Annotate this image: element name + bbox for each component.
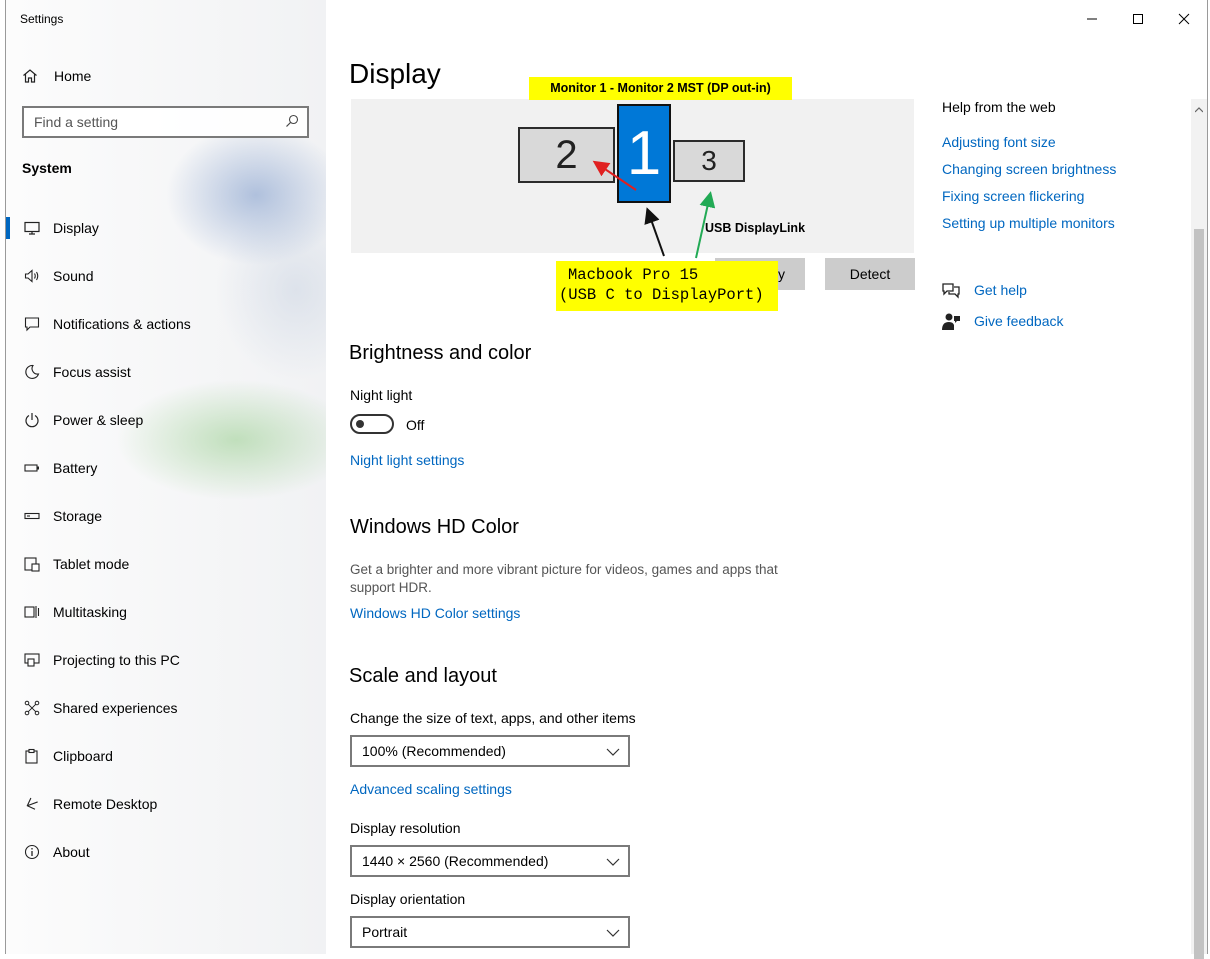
hd-color-description-line2: support HDR. (350, 580, 432, 595)
speaker-icon (23, 267, 41, 285)
scroll-up-icon[interactable] (1194, 101, 1204, 119)
storage-icon (23, 507, 41, 525)
hd-color-heading: Windows HD Color (350, 516, 519, 538)
sidebar-item-label: Power & sleep (53, 412, 144, 428)
sidebar: Settings Home Find a setting System Disp… (6, 0, 326, 954)
sidebar-item-label: Clipboard (53, 748, 113, 764)
projector-icon (23, 651, 41, 669)
toggle-knob (356, 420, 364, 428)
sidebar-item-focus-assist[interactable]: Focus assist (6, 352, 326, 392)
scale-layout-heading: Scale and layout (349, 665, 497, 687)
resolution-label: Display resolution (350, 820, 461, 836)
annotation-arrows (592, 160, 716, 259)
hd-color-description-line1: Get a brighter and more vibrant picture … (350, 562, 778, 577)
black-arrow (644, 207, 665, 257)
scale-select[interactable]: 100% (Recommended) (350, 735, 630, 767)
orientation-value: Portrait (362, 924, 408, 940)
sidebar-item-label: Shared experiences (53, 700, 178, 716)
night-light-toggle[interactable] (350, 414, 394, 434)
resolution-select[interactable]: 1440 × 2560 (Recommended) (350, 845, 630, 877)
sidebar-item-label: Storage (53, 508, 103, 524)
sidebar-item-label: Remote Desktop (53, 796, 158, 812)
feedback-icon (941, 312, 961, 332)
night-light-state: Off (406, 417, 425, 433)
sidebar-item-label: Notifications & actions (53, 316, 191, 332)
brightness-heading: Brightness and color (349, 342, 532, 364)
search-placeholder: Find a setting (34, 114, 119, 130)
red-arrow (592, 160, 637, 191)
search-icon[interactable] (285, 114, 299, 133)
sidebar-item-multitasking[interactable]: Multitasking (6, 592, 326, 632)
sidebar-item-projecting[interactable]: Projecting to this PC (6, 640, 326, 680)
help-heading: Help from the web (942, 99, 1056, 115)
orientation-label: Display orientation (350, 891, 466, 907)
clipboard-icon (23, 747, 41, 765)
green-arrow (695, 191, 716, 259)
sidebar-item-remote-desktop[interactable]: Remote Desktop (6, 784, 326, 824)
sidebar-item-clipboard[interactable]: Clipboard (6, 736, 326, 776)
chevron-down-icon (606, 926, 620, 942)
sidebar-item-power-sleep[interactable]: Power & sleep (6, 400, 326, 440)
help-link-font-size[interactable]: Adjusting font size (942, 134, 1056, 150)
sidebar-item-display[interactable]: Display (6, 208, 326, 248)
scale-value: 100% (Recommended) (362, 743, 506, 759)
monitor-icon (23, 219, 41, 237)
share-icon (23, 699, 41, 717)
sidebar-item-shared-experiences[interactable]: Shared experiences (6, 688, 326, 728)
section-label-system: System (22, 160, 72, 176)
moon-icon (23, 363, 41, 381)
sidebar-item-label: Focus assist (53, 364, 131, 380)
power-icon (23, 411, 41, 429)
remote-icon (23, 795, 41, 813)
sidebar-item-battery[interactable]: Battery (6, 448, 326, 488)
night-light-settings-link[interactable]: Night light settings (350, 452, 464, 468)
info-icon (23, 843, 41, 861)
multitasking-icon (23, 603, 41, 621)
give-feedback-link[interactable]: Give feedback (974, 313, 1064, 329)
home-nav-item[interactable]: Home (22, 65, 91, 87)
sidebar-item-label: Tablet mode (53, 556, 130, 572)
sidebar-item-tablet-mode[interactable]: Tablet mode (6, 544, 326, 584)
sidebar-item-label: Display (53, 220, 99, 236)
home-icon (22, 68, 54, 84)
orientation-select[interactable]: Portrait (350, 916, 630, 948)
sidebar-item-label: Projecting to this PC (53, 652, 180, 668)
sidebar-item-about[interactable]: About (6, 832, 326, 872)
hd-color-settings-link[interactable]: Windows HD Color settings (350, 605, 520, 621)
resolution-value: 1440 × 2560 (Recommended) (362, 853, 549, 869)
sidebar-item-label: About (53, 844, 90, 860)
help-link-brightness[interactable]: Changing screen brightness (942, 161, 1116, 177)
chevron-down-icon (606, 855, 620, 871)
settings-window: Settings Home Find a setting System Disp… (5, 0, 1208, 959)
get-help-icon (941, 281, 961, 301)
notification-icon (23, 315, 41, 333)
help-link-multiple-monitors[interactable]: Setting up multiple monitors (942, 215, 1115, 231)
tablet-icon (23, 555, 41, 573)
window-title: Settings (20, 12, 64, 26)
scrollbar-thumb[interactable] (1194, 229, 1204, 959)
sidebar-item-notifications[interactable]: Notifications & actions (6, 304, 326, 344)
night-light-label: Night light (350, 387, 413, 403)
sidebar-item-storage[interactable]: Storage (6, 496, 326, 536)
scale-label: Change the size of text, apps, and other… (350, 710, 636, 726)
home-label: Home (54, 68, 92, 84)
help-link-flickering[interactable]: Fixing screen flickering (942, 188, 1084, 204)
sidebar-item-sound[interactable]: Sound (6, 256, 326, 296)
battery-icon (23, 459, 41, 477)
sidebar-item-label: Battery (53, 460, 98, 476)
chevron-down-icon (606, 745, 620, 761)
advanced-scaling-link[interactable]: Advanced scaling settings (350, 781, 512, 797)
search-input[interactable]: Find a setting (22, 106, 309, 138)
sidebar-item-label: Sound (53, 268, 94, 284)
get-help-link[interactable]: Get help (974, 282, 1027, 298)
scrollbar[interactable] (1191, 99, 1207, 959)
main-content: Display 2 1 3 fy Detect Monitor 1 - Moni… (326, 0, 1207, 959)
sidebar-item-label: Multitasking (53, 604, 127, 620)
